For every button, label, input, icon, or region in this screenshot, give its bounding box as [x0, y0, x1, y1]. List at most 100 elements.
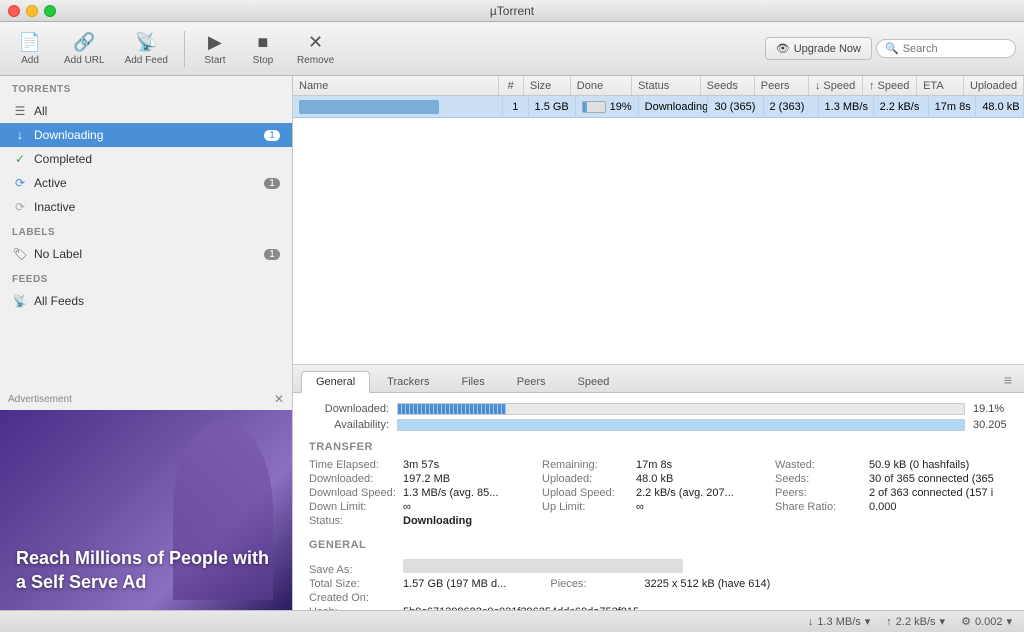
share-ratio-val: 0.000 — [869, 501, 897, 513]
table-row[interactable]: 1 1.5 GB 19% Downloading 30 (365) 2 (363… — [293, 96, 1024, 118]
share-ratio-key: Share Ratio: — [775, 501, 865, 513]
sidebar-item-completed[interactable]: ✓ Completed — [0, 147, 292, 171]
hash-val: 5b9c671399692c0c021f396254ddc60da752f815 — [403, 606, 639, 611]
time-elapsed-row: Time Elapsed: 3m 57s — [309, 459, 542, 471]
ad-image[interactable]: Reach Millions of People with a Self Ser… — [0, 410, 293, 610]
up-speed-arrow: ▾ — [940, 615, 946, 628]
maximize-button[interactable] — [44, 5, 56, 17]
sidebar-item-all[interactable]: ☰ All — [0, 99, 292, 123]
downloaded-row: Downloaded: 197.2 MB — [309, 473, 542, 485]
add-url-icon: 🔗 — [73, 32, 95, 53]
titlebar: µTorrent — [0, 0, 1024, 22]
torrent-name-cell — [293, 96, 503, 117]
save-as-val — [403, 559, 683, 573]
remove-button[interactable]: ✕ Remove — [289, 28, 342, 70]
completed-label: Completed — [34, 152, 280, 166]
tab-peers[interactable]: Peers — [502, 371, 561, 392]
torrent-num-cell: 1 — [503, 96, 529, 117]
col-eta-header[interactable]: ETA — [917, 76, 964, 95]
torrent-progress-bar — [582, 101, 605, 113]
col-down-speed-header[interactable]: ↓ Speed — [809, 76, 863, 95]
col-name-header[interactable]: Name — [293, 76, 499, 95]
active-label: Active — [34, 176, 258, 190]
tab-trackers[interactable]: Trackers — [372, 371, 444, 392]
add-feed-button[interactable]: 📡 Add Feed — [117, 28, 176, 70]
up-limit-key: Up Limit: — [542, 501, 632, 513]
share-ratio-row: Share Ratio: 0.000 — [775, 501, 1008, 513]
torrents-section-header: TORRENTS — [0, 76, 292, 99]
seeds-row: Seeds: 30 of 365 connected (365 — [775, 473, 1008, 485]
torrent-name-bar — [299, 100, 439, 114]
tab-speed[interactable]: Speed — [563, 371, 625, 392]
add-label: Add — [21, 55, 39, 66]
downloaded-progress-row: Downloaded: 19.1% — [309, 403, 1008, 415]
add-url-label: Add URL — [64, 55, 105, 66]
sidebar-item-active[interactable]: ⟳ Active 1 — [0, 171, 292, 195]
search-input[interactable] — [903, 43, 1007, 55]
col-uploaded-header[interactable]: Uploaded — [964, 76, 1024, 95]
availability-label: Availability: — [309, 419, 389, 431]
down-arrow-icon: ↓ — [808, 616, 814, 628]
col-hash-header[interactable]: # — [499, 76, 524, 95]
pieces-val: 3225 x 512 kB (have 614) — [644, 578, 770, 590]
add-button[interactable]: 📄 Add — [8, 28, 52, 70]
down-speed-status: ↓ 1.3 MB/s ▾ — [808, 615, 870, 628]
tabs-menu-icon[interactable]: ≡ — [1000, 368, 1016, 392]
col-seeds-header[interactable]: Seeds — [701, 76, 755, 95]
col-done-header[interactable]: Done — [571, 76, 632, 95]
torrent-uploaded-cell: 48.0 kB — [976, 96, 1024, 117]
downloaded-label: Downloaded: — [309, 403, 389, 415]
tabs-bar: General Trackers Files Peers Speed ≡ — [293, 365, 1024, 393]
tab-general[interactable]: General — [301, 371, 370, 393]
upload-speed-row: Upload Speed: 2.2 kB/s (avg. 207... — [542, 487, 775, 499]
search-box[interactable]: 🔍 — [876, 39, 1016, 58]
ratio-arrow: ▾ — [1006, 615, 1012, 628]
general-section-title: GENERAL — [309, 539, 1008, 551]
remove-label: Remove — [297, 55, 334, 66]
sidebar-item-inactive[interactable]: ⟳ Inactive — [0, 195, 292, 219]
all-icon: ☰ — [12, 104, 28, 118]
all-feeds-label: All Feeds — [34, 294, 280, 308]
active-badge: 1 — [264, 178, 280, 189]
transfer-col-3: Wasted: 50.9 kB (0 hashfails) Seeds: 30 … — [775, 459, 1008, 529]
add-url-button[interactable]: 🔗 Add URL — [56, 28, 113, 70]
bottom-panel: General Trackers Files Peers Speed ≡ Dow… — [293, 364, 1024, 611]
all-label: All — [34, 104, 280, 118]
tab-files[interactable]: Files — [447, 371, 500, 392]
col-status-header[interactable]: Status — [632, 76, 701, 95]
window-controls — [8, 5, 56, 17]
torrent-up-speed: 2.2 kB/s — [880, 101, 920, 113]
torrent-eta: 17m 8s — [935, 101, 971, 113]
down-speed-val: 1.3 MB/s (avg. 85... — [403, 487, 498, 499]
ad-close-button[interactable]: ✕ — [274, 392, 284, 406]
ad-label: Advertisement — [8, 394, 72, 405]
sidebar-item-no-label[interactable]: 🏷 No Label 1 — [0, 242, 292, 266]
availability-val: 30.205 — [973, 419, 1008, 431]
peers-val: 2 of 363 connected (157 i — [869, 487, 993, 499]
torrent-seeds-cell: 30 (365) — [708, 96, 763, 117]
stop-button[interactable]: ■ Stop — [241, 28, 285, 70]
torrent-num: 1 — [512, 101, 518, 113]
ad-header: Advertisement ✕ — [0, 388, 292, 410]
upgrade-button[interactable]: 👁 Upgrade Now — [765, 37, 872, 60]
app-title: µTorrent — [490, 4, 534, 18]
total-size-row: Total Size: 1.57 GB (197 MB d... Pieces:… — [309, 578, 1008, 590]
up-speed-value: 2.2 kB/s — [896, 616, 936, 628]
col-up-speed-header[interactable]: ↑ Speed — [863, 76, 917, 95]
active-icon: ⟳ — [12, 176, 28, 190]
close-button[interactable] — [8, 5, 20, 17]
status-row: Status: Downloading — [309, 515, 542, 527]
torrent-status-cell: Downloading — [639, 96, 709, 117]
start-button[interactable]: ▶ Start — [193, 28, 237, 70]
sidebar-item-all-feeds[interactable]: 📡 All Feeds — [0, 289, 292, 313]
sidebar-item-downloading[interactable]: ↓ Downloading 1 — [0, 123, 292, 147]
col-size-header[interactable]: Size — [524, 76, 571, 95]
remove-icon: ✕ — [308, 32, 323, 53]
downloaded-progress-bar — [397, 403, 965, 415]
col-peers-header[interactable]: Peers — [755, 76, 809, 95]
main-layout: TORRENTS ☰ All ↓ Downloading 1 ✓ Complet… — [0, 76, 1024, 610]
wasted-row: Wasted: 50.9 kB (0 hashfails) — [775, 459, 1008, 471]
add-icon: 📄 — [19, 32, 41, 53]
torrent-list-empty — [293, 118, 1024, 364]
minimize-button[interactable] — [26, 5, 38, 17]
